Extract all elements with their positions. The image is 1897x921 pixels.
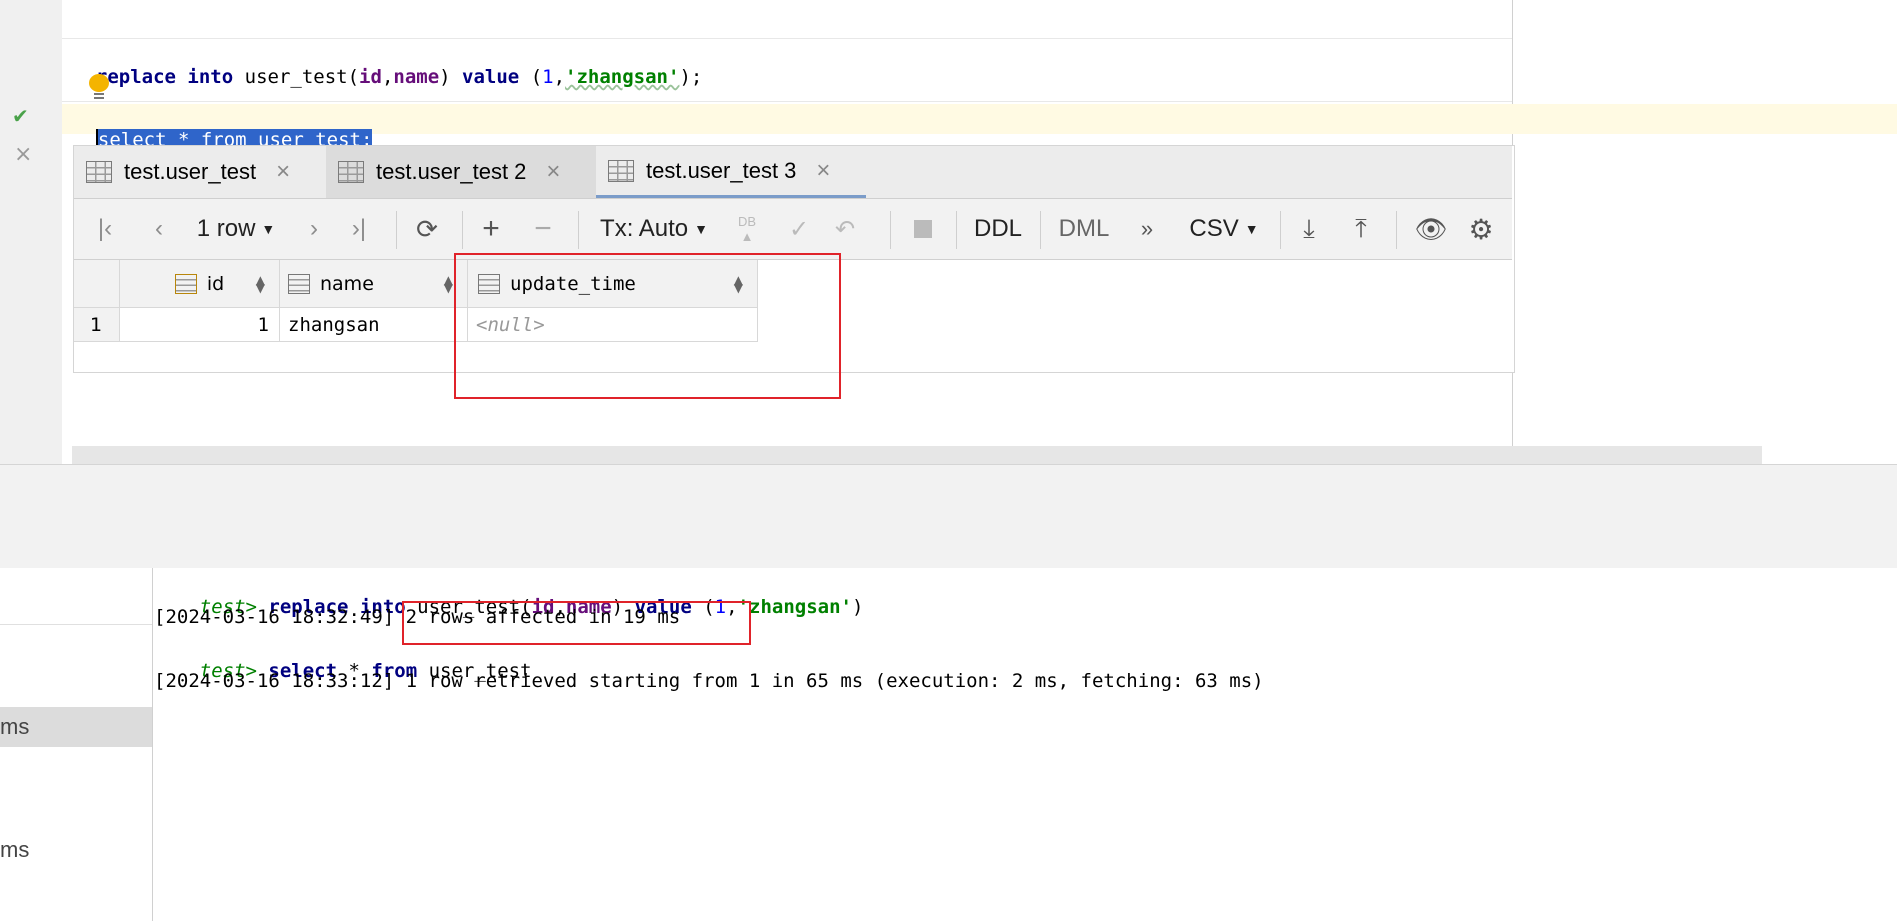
tab-user-test-3[interactable]: test.user_test 3 × [596, 146, 866, 198]
ddl-button[interactable]: DDL [968, 199, 1028, 259]
transaction-mode-dropdown[interactable]: Tx: Auto ▼ [594, 199, 714, 259]
tab-user-test[interactable]: test.user_test × [74, 146, 326, 198]
next-page-icon[interactable]: › [299, 199, 329, 259]
table-icon [338, 161, 364, 183]
code-line-replace[interactable]: replace into user_test(id,name) value (1… [73, 44, 702, 88]
annotation-box-rows-affected [402, 601, 751, 645]
prev-page-icon[interactable]: ‹ [144, 199, 174, 259]
table-icon [608, 159, 634, 182]
session-item-selected[interactable]: ms [0, 707, 152, 747]
db-submit-icon[interactable]: DB ▲ [730, 199, 764, 259]
close-icon[interactable]: × [276, 158, 290, 186]
last-page-icon[interactable]: ›| [344, 199, 374, 259]
sort-icon[interactable]: ▲ ▼ [256, 274, 265, 294]
primary-key-column-icon [174, 273, 197, 294]
more-actions-icon[interactable]: » [1132, 199, 1162, 259]
session-item[interactable]: ms [0, 830, 152, 870]
close-icon[interactable]: × [816, 157, 830, 185]
success-check-icon: ✔ [12, 104, 29, 128]
dml-button[interactable]: DML [1054, 199, 1114, 259]
session-list: ms ms [0, 568, 153, 921]
close-results-icon[interactable]: × [14, 142, 32, 167]
row-number: 1 [74, 308, 120, 342]
chevron-down-icon: ▼ [261, 221, 276, 237]
add-row-icon[interactable]: + [474, 199, 508, 259]
row-number-header [74, 260, 120, 308]
column-icon [288, 273, 310, 294]
stop-icon[interactable] [906, 199, 940, 259]
console-line: [2024-03-16 18:33:12] 1 row retrieved st… [154, 670, 1264, 692]
tool-window-header [0, 464, 1897, 516]
cell-name[interactable]: zhangsan [280, 308, 468, 342]
rollback-icon[interactable]: ↶ [828, 199, 862, 259]
chevron-down-icon: ▼ [1244, 221, 1259, 237]
view-eye-icon[interactable]: 👁 [1414, 199, 1448, 259]
editor-gutter [0, 0, 63, 464]
editor-right-margin [1512, 0, 1897, 464]
table-icon [86, 161, 112, 183]
export-format-dropdown[interactable]: CSV ▼ [1184, 199, 1264, 259]
column-header-name[interactable]: name ▲ ▼ [280, 260, 468, 308]
first-page-icon[interactable]: |‹ [90, 199, 120, 259]
intention-bulb-icon[interactable] [89, 74, 109, 100]
delete-row-icon[interactable]: − [526, 199, 560, 259]
commit-check-icon[interactable]: ✓ [782, 199, 816, 259]
close-icon[interactable]: × [546, 158, 560, 186]
column-header-id[interactable]: id ▲ ▼ [120, 260, 280, 308]
refresh-icon[interactable]: ⟳ [410, 199, 444, 259]
annotation-box-update-time [454, 253, 841, 399]
cell-id[interactable]: 1 [120, 308, 280, 342]
tab-user-test-2[interactable]: test.user_test 2 × [326, 146, 596, 198]
settings-gear-icon[interactable]: ⚙ [1464, 199, 1498, 259]
sort-icon[interactable]: ▲ ▼ [444, 274, 453, 294]
row-count-dropdown[interactable]: 1 row ▼ [186, 199, 286, 259]
tool-window-toolbar [0, 514, 1897, 569]
upload-icon[interactable]: ⤒ [1344, 199, 1378, 259]
chevron-down-icon: ▼ [694, 221, 708, 237]
results-toolbar: |‹ ‹ 1 row ▼ › ›| ⟳ + − Tx: Auto ▼ DB ▲ ✓ ↶… [74, 199, 1512, 260]
download-icon[interactable]: ⤓ [1292, 199, 1326, 259]
horizontal-scrollbar[interactable] [72, 446, 1762, 464]
results-tab-bar: test.user_test × test.user_test 2 × test… [74, 146, 1512, 199]
